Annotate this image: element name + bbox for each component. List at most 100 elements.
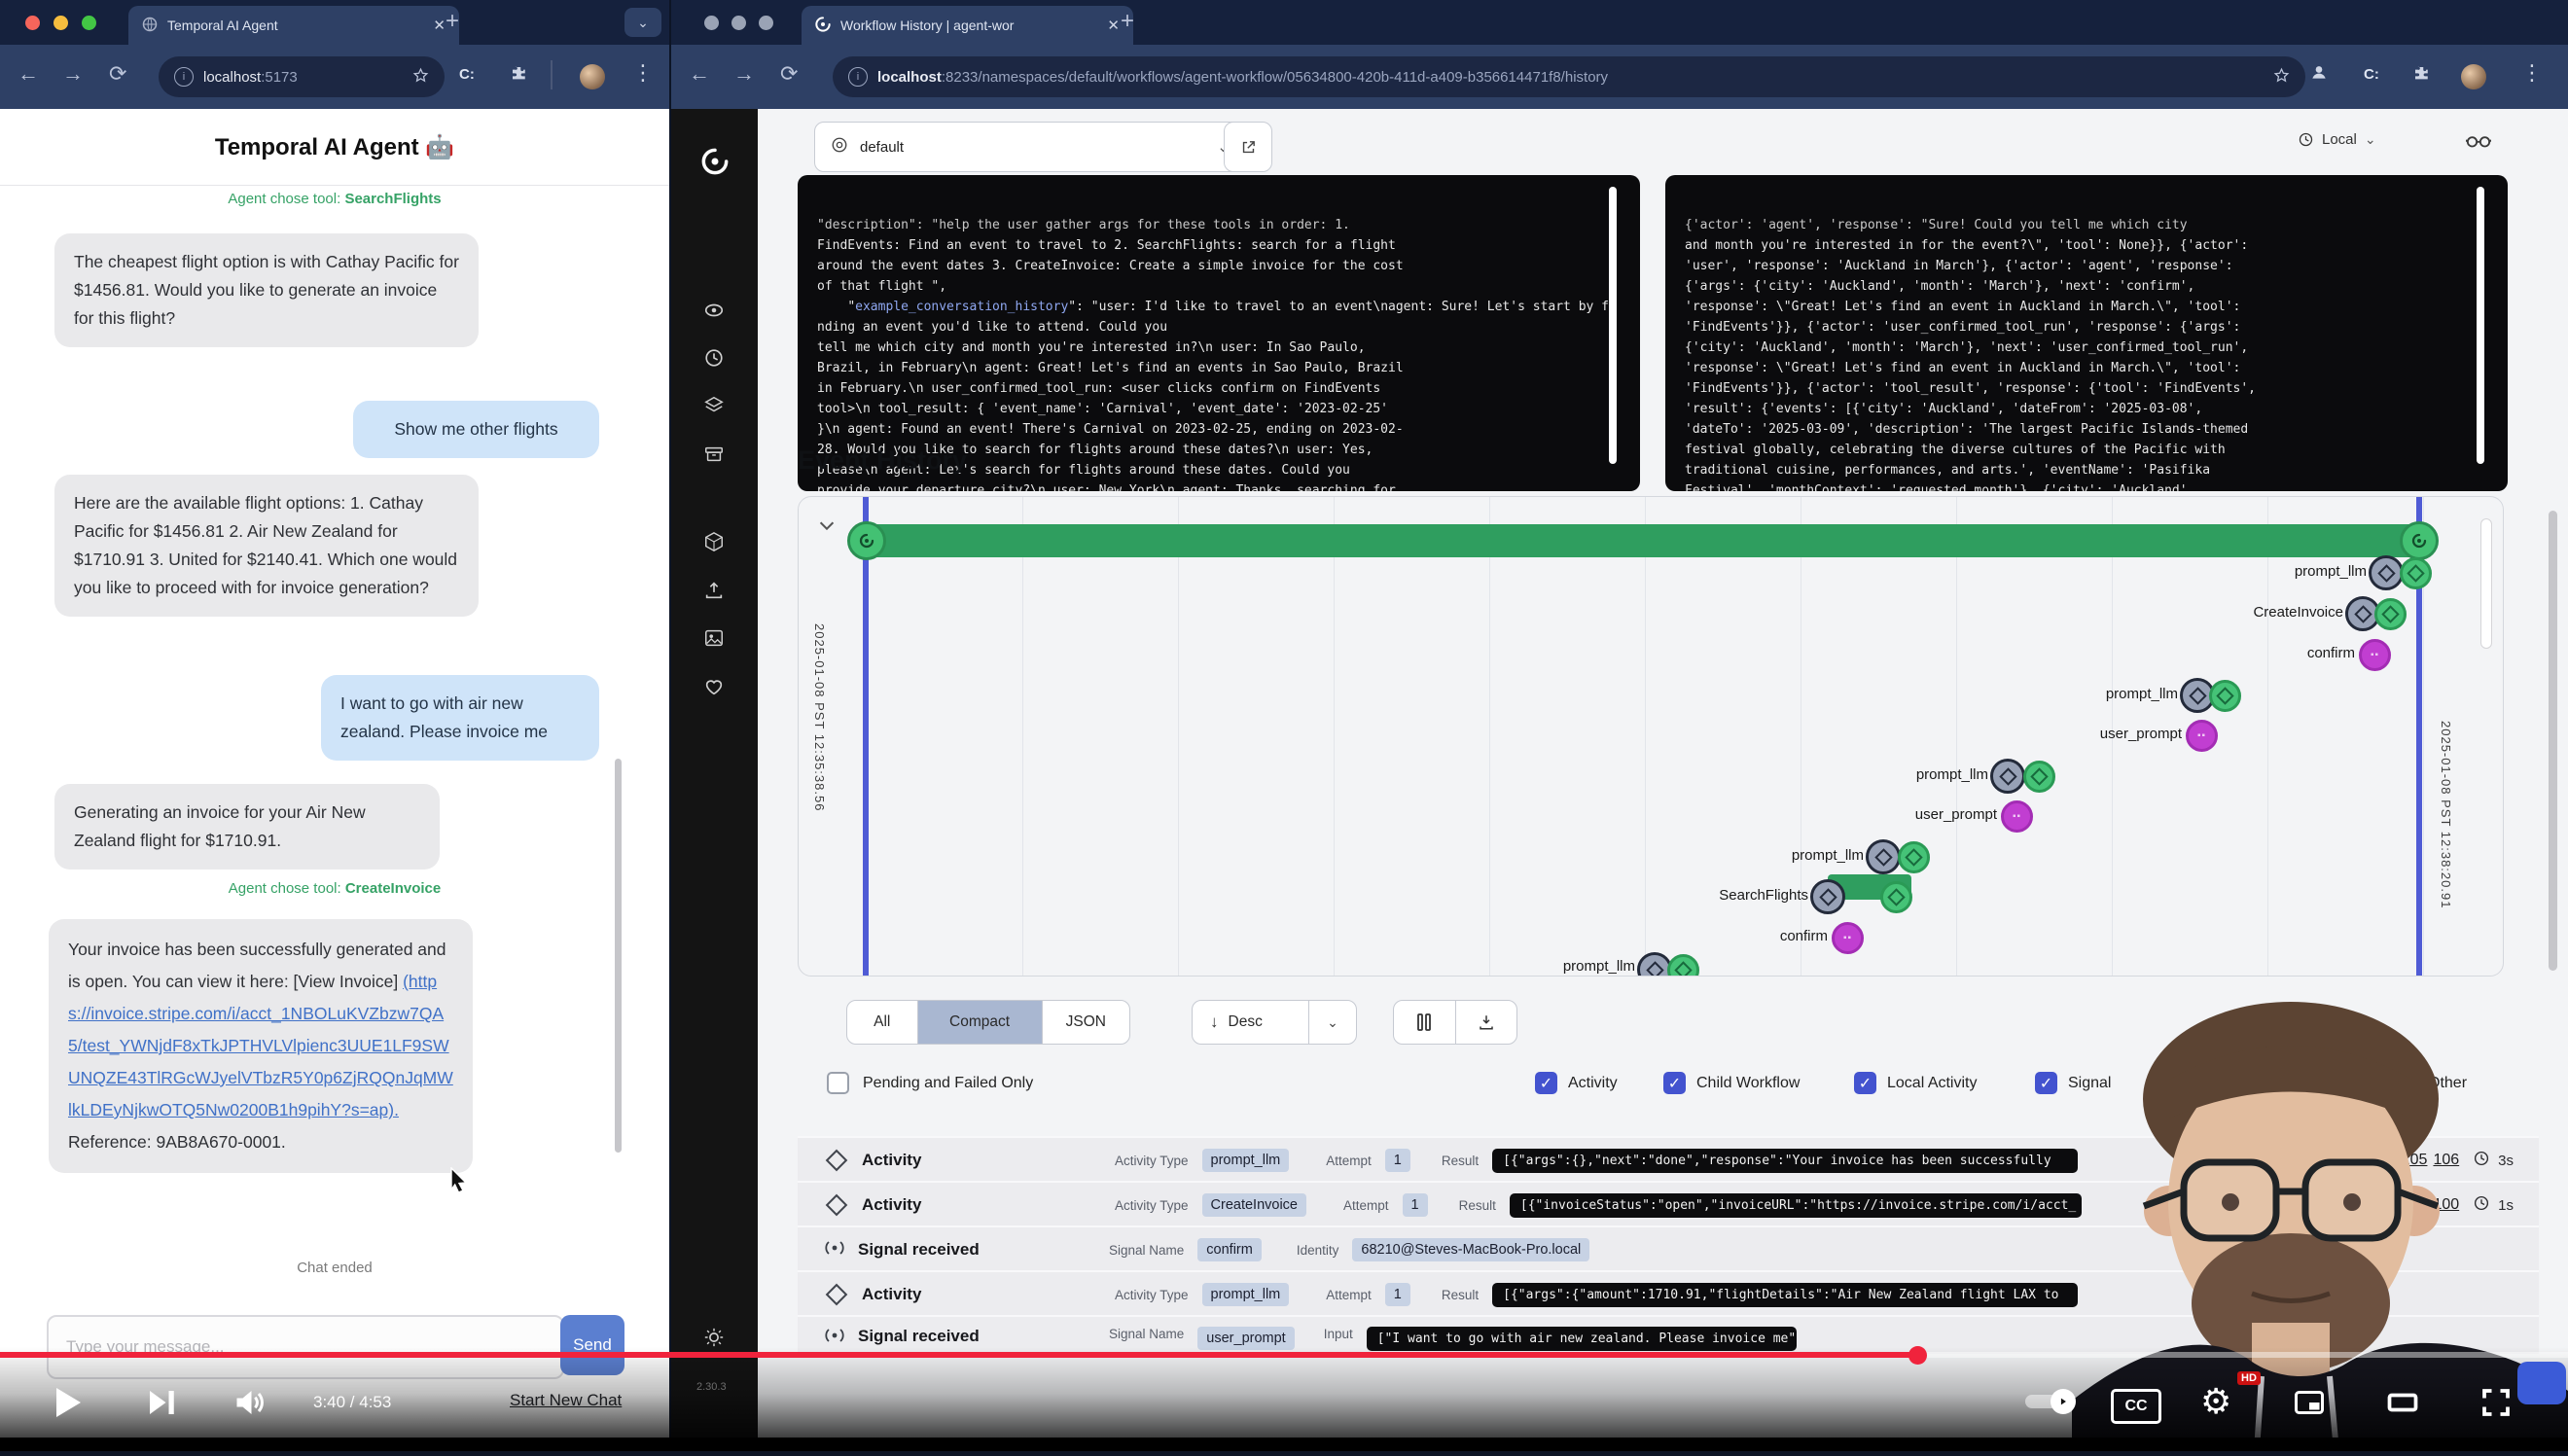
- workflow-execution-bar[interactable]: [867, 524, 2422, 557]
- timeline-row-label[interactable]: prompt_llm: [1916, 766, 1988, 783]
- feedback-card-icon[interactable]: [703, 627, 725, 649]
- timeline-row-label[interactable]: prompt_llm: [2295, 563, 2367, 580]
- pending-activity-result-json[interactable]: {'actor': 'agent', 'response': "Sure! Co…: [1665, 175, 2508, 491]
- timezone-select[interactable]: Local ⌄: [2298, 131, 2376, 148]
- pending-failed-filter[interactable]: Pending and Failed Only: [827, 1072, 1033, 1094]
- video-playhead[interactable]: [1908, 1346, 1927, 1365]
- site-info-icon[interactable]: i: [174, 67, 194, 87]
- extensions-puzzle-icon[interactable]: [510, 64, 527, 87]
- claude-extension-icon[interactable]: C:: [2364, 66, 2379, 83]
- activity-scheduled-marker[interactable]: [2369, 555, 2404, 590]
- activity-completed-marker[interactable]: [2209, 680, 2241, 712]
- claude-extension-icon[interactable]: C:: [459, 66, 475, 83]
- forward-button[interactable]: →: [62, 61, 84, 87]
- activity-completed-marker[interactable]: [2023, 761, 2055, 793]
- timeline-row-label[interactable]: confirm: [1780, 928, 1828, 944]
- event-history-timeline[interactable]: 2025-01-08 PST 12:35:38.56 2025-01-08 PS…: [798, 496, 2504, 977]
- collapse-chevron-icon[interactable]: [816, 515, 838, 541]
- minimize-window-button[interactable]: [54, 16, 68, 30]
- signal-marker[interactable]: ▪▪: [2359, 639, 2391, 671]
- profile-avatar[interactable]: [580, 64, 605, 89]
- tab-close-icon[interactable]: ✕: [1107, 17, 1120, 34]
- minimize-window-button[interactable]: [731, 16, 746, 30]
- schedules-clock-icon[interactable]: [703, 347, 725, 369]
- activity-scheduled-marker[interactable]: [1866, 839, 1901, 874]
- activity-completed-marker[interactable]: [1667, 954, 1699, 977]
- view-all-button[interactable]: All: [847, 1001, 918, 1044]
- sort-order-control[interactable]: ↓ Desc ⌄: [1192, 1000, 1357, 1045]
- next-button[interactable]: [144, 1385, 179, 1425]
- reload-button[interactable]: ⟳: [109, 61, 126, 87]
- namespaces-layers-icon[interactable]: [703, 395, 725, 416]
- workflows-eye-icon[interactable]: [703, 300, 725, 321]
- scroll-action-button[interactable]: [2517, 1362, 2566, 1404]
- new-tab-button[interactable]: +: [446, 8, 459, 35]
- type-filter-local-activity[interactable]: ✓Local Activity: [1854, 1072, 1977, 1094]
- theme-sun-icon[interactable]: [703, 1327, 725, 1348]
- namespace-select[interactable]: default ⌄: [814, 122, 1246, 172]
- pause-button[interactable]: [1394, 1000, 1456, 1045]
- signal-marker[interactable]: ▪▪: [2186, 720, 2218, 752]
- timeline-row-label[interactable]: SearchFlights: [1719, 887, 1808, 904]
- timeline-row-label[interactable]: prompt_llm: [1792, 847, 1864, 864]
- volume-icon[interactable]: [232, 1385, 268, 1425]
- activity-completed-marker[interactable]: [2400, 557, 2432, 589]
- close-window-button[interactable]: [25, 16, 40, 30]
- tab-close-icon[interactable]: ✕: [433, 17, 446, 34]
- open-namespace-button[interactable]: [1224, 122, 1272, 172]
- timeline-row-label[interactable]: prompt_llm: [1563, 958, 1635, 975]
- new-tab-button[interactable]: +: [1121, 8, 1134, 35]
- timeline-row-label[interactable]: confirm: [2307, 645, 2355, 661]
- miniplayer-button[interactable]: [2292, 1385, 2327, 1425]
- view-compact-button[interactable]: Compact: [918, 1001, 1043, 1044]
- settings-gear-icon[interactable]: ⚙: [2200, 1381, 2231, 1422]
- workflow-start-marker[interactable]: [847, 521, 886, 560]
- workflow-end-marker[interactable]: [2400, 521, 2439, 560]
- profile-avatar[interactable]: [2461, 64, 2486, 89]
- zoom-window-button[interactable]: [759, 16, 773, 30]
- captions-button[interactable]: CC: [2111, 1389, 2161, 1424]
- activity-completed-marker[interactable]: [2374, 598, 2407, 630]
- code-scrollbar[interactable]: [1609, 187, 1617, 464]
- activity-scheduled-marker[interactable]: [1810, 879, 1845, 914]
- code-scrollbar[interactable]: [2477, 187, 2484, 464]
- play-button[interactable]: [47, 1381, 86, 1429]
- chevron-down-icon[interactable]: ⌄: [1309, 1014, 1356, 1031]
- address-bar[interactable]: i localhost:5173: [159, 56, 445, 97]
- invoice-link[interactable]: (https://invoice.stripe.com/i/acct_1NBOL…: [68, 972, 453, 1119]
- view-json-button[interactable]: JSON: [1043, 1001, 1129, 1044]
- activity-completed-marker[interactable]: [1880, 881, 1912, 913]
- theater-mode-button[interactable]: [2385, 1385, 2420, 1425]
- bookmark-star-icon[interactable]: [2273, 67, 2290, 88]
- download-button[interactable]: [1456, 1013, 1517, 1031]
- favorites-heart-icon[interactable]: [703, 676, 725, 697]
- browser-menu-icon[interactable]: ⋮: [2521, 60, 2543, 86]
- packages-cube-icon[interactable]: [703, 531, 725, 552]
- type-filter-activity[interactable]: ✓Activity: [1535, 1072, 1618, 1094]
- autoplay-toggle[interactable]: [2025, 1395, 2072, 1408]
- tab-temporal-ai-agent[interactable]: Temporal AI Agent ✕: [128, 6, 459, 45]
- activity-scheduled-marker[interactable]: [1990, 759, 2025, 794]
- tab-search-button[interactable]: ⌄: [624, 8, 661, 37]
- timeline-scrollbar[interactable]: [2480, 518, 2492, 649]
- address-bar[interactable]: i localhost:8233/namespaces/default/work…: [833, 56, 2305, 97]
- timeline-row-label[interactable]: prompt_llm: [2106, 686, 2178, 702]
- labs-glasses-icon[interactable]: [2466, 129, 2491, 156]
- import-upload-icon[interactable]: [703, 580, 725, 601]
- signal-marker[interactable]: ▪▪: [1832, 922, 1864, 954]
- browser-menu-icon[interactable]: ⋮: [632, 60, 654, 86]
- fullscreen-button[interactable]: [2479, 1385, 2514, 1425]
- forward-button[interactable]: →: [733, 61, 755, 87]
- close-window-button[interactable]: [704, 16, 719, 30]
- extensions-puzzle-icon[interactable]: [2412, 64, 2430, 87]
- page-scrollbar[interactable]: [2549, 511, 2557, 971]
- archive-box-icon[interactable]: [703, 444, 725, 465]
- tab-workflow-history[interactable]: Workflow History | agent-wor ✕: [802, 6, 1133, 45]
- bookmark-star-icon[interactable]: [412, 67, 429, 88]
- pending-activity-input-json[interactable]: "description": "help the user gather arg…: [798, 175, 1640, 491]
- timeline-row-label[interactable]: user_prompt: [2100, 726, 2182, 742]
- timeline-row-label[interactable]: CreateInvoice: [2253, 604, 2343, 621]
- timeline-row-label[interactable]: user_prompt: [1915, 806, 1997, 823]
- profile-extension-icon[interactable]: [2309, 62, 2329, 87]
- back-button[interactable]: ←: [18, 61, 39, 87]
